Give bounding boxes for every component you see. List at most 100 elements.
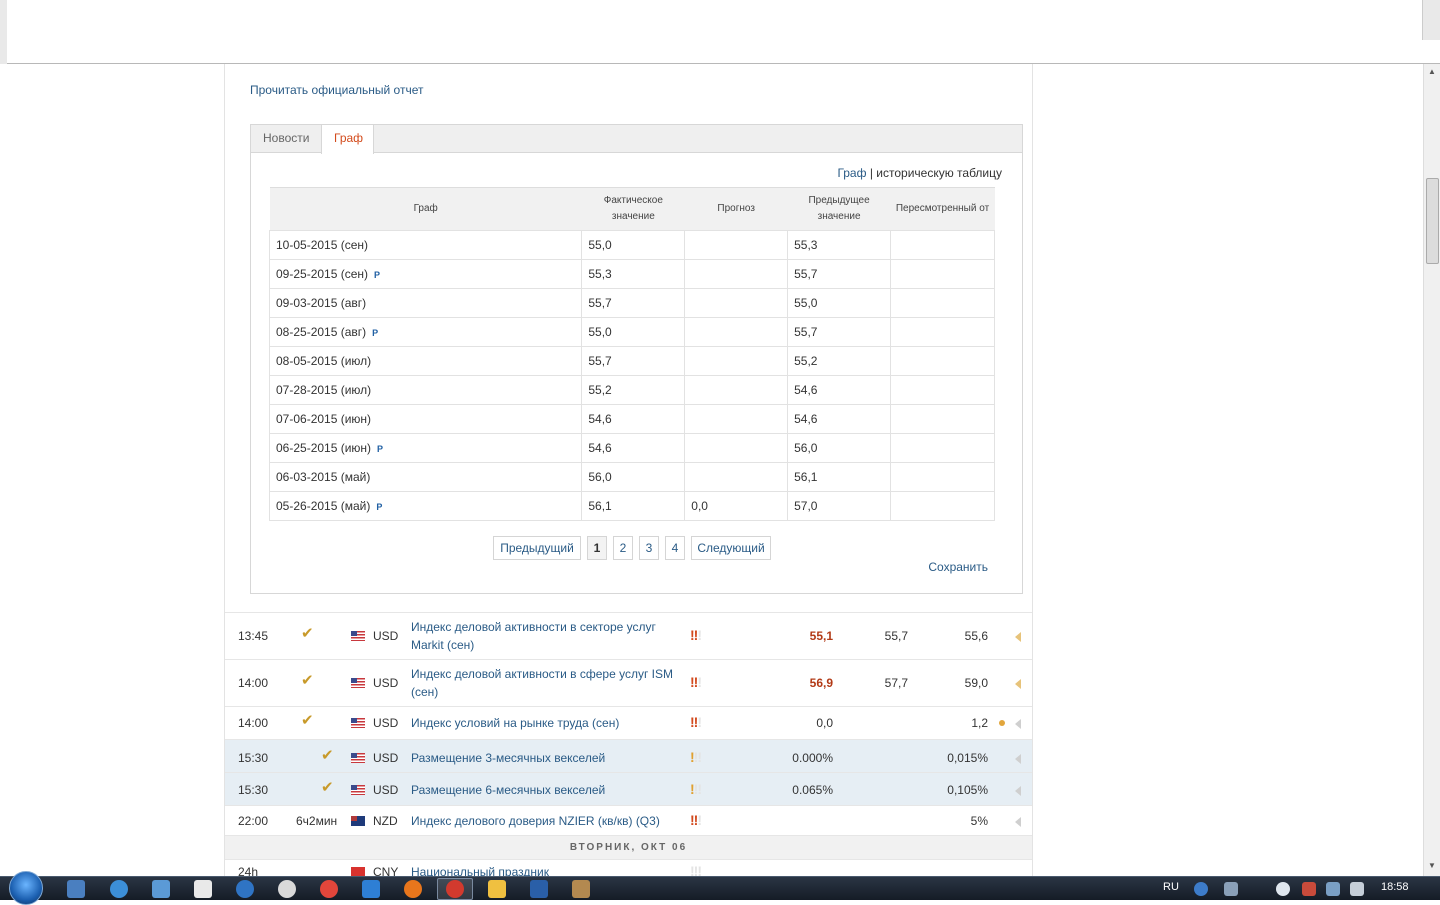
- network-icon[interactable]: [1326, 882, 1340, 896]
- app-icon-1[interactable]: [110, 880, 128, 898]
- pending-dot-icon: [999, 720, 1005, 726]
- col-revised[interactable]: Пересмотренный от: [890, 187, 995, 231]
- importance-bull-icon: !!!: [690, 714, 702, 730]
- save-link[interactable]: Сохранить: [928, 560, 988, 574]
- event-row[interactable]: 14:00 ✔ USD Индекс деловой активности в …: [225, 659, 1032, 706]
- next-page-button[interactable]: Следующий: [691, 536, 771, 560]
- event-previous: 0,105%: [947, 783, 988, 797]
- event-title-link[interactable]: Индекс условий на рынке труда (сен): [411, 714, 683, 732]
- history-date-text: 08-25-2015 (авг): [276, 325, 367, 339]
- mail-icon[interactable]: [488, 880, 506, 898]
- keyboard-icon[interactable]: [1224, 882, 1238, 896]
- view-switch: Граф | историческую таблицу: [837, 166, 1002, 180]
- event-row[interactable]: 15:30 ✔ USD Размещение 6-месячных вексел…: [225, 772, 1032, 805]
- page-3-button[interactable]: 3: [639, 536, 659, 560]
- event-row[interactable]: 22:00 6ч2мин NZD Индекс делового доверия…: [225, 805, 1032, 835]
- history-revised: [890, 404, 995, 434]
- col-previous[interactable]: Предыдущее значение: [787, 187, 891, 231]
- top-right-edge: [1422, 0, 1440, 40]
- help-icon[interactable]: [1194, 882, 1208, 896]
- event-forecast: 55,7: [884, 629, 908, 643]
- event-row[interactable]: 13:45 ✔ USD Индекс деловой активности в …: [225, 612, 1032, 659]
- history-row: 06-03-2015 (май) 56,0 56,1: [268, 462, 995, 492]
- event-title-link[interactable]: Индекс деловой активности в сфере услуг …: [411, 665, 683, 701]
- security-icon[interactable]: [1302, 882, 1316, 896]
- scroll-thumb[interactable]: [1426, 178, 1439, 264]
- chrome-icon[interactable]: [320, 880, 338, 898]
- expand-arrow-icon[interactable]: [1015, 786, 1021, 796]
- history-forecast: [684, 230, 789, 260]
- expand-arrow-icon[interactable]: [1015, 679, 1021, 689]
- page-2-button[interactable]: 2: [613, 536, 633, 560]
- event-row[interactable]: 15:30 ✔ USD Размещение 3-месячных вексел…: [225, 739, 1032, 772]
- history-date-text: 10-05-2015 (сен): [276, 238, 369, 252]
- ie-icon[interactable]: [362, 880, 380, 898]
- page-viewport: Прочитать официальный отчет Новости Граф…: [0, 64, 1423, 876]
- browser-top-area: [0, 0, 1440, 64]
- history-forecast: [684, 259, 789, 289]
- expand-arrow-icon[interactable]: [1015, 817, 1021, 827]
- scroll-down-icon[interactable]: ▼: [1427, 861, 1437, 870]
- page-4-button[interactable]: 4: [665, 536, 685, 560]
- volume-icon[interactable]: [1350, 882, 1364, 896]
- history-previous-text: 55,0: [794, 296, 818, 310]
- col-actual[interactable]: Фактическое значение: [581, 187, 685, 231]
- paint-icon[interactable]: [572, 880, 590, 898]
- official-report-link[interactable]: Прочитать официальный отчет: [250, 83, 424, 97]
- graph-view-link[interactable]: Граф: [837, 166, 866, 180]
- history-previous: 55,3: [787, 230, 891, 260]
- col-forecast[interactable]: Прогноз: [684, 187, 788, 231]
- show-desktop-icon[interactable]: [67, 880, 85, 898]
- tab-news[interactable]: Новости: [251, 125, 322, 154]
- word-icon[interactable]: [530, 880, 548, 898]
- history-date-text: 06-25-2015 (июн): [276, 441, 372, 455]
- history-actual-text: 55,2: [588, 383, 612, 397]
- firefox-icon[interactable]: [404, 880, 422, 898]
- event-currency: USD: [373, 716, 399, 730]
- history-actual: 56,1: [581, 491, 686, 521]
- ball-icon[interactable]: [278, 880, 296, 898]
- history-actual: 55,2: [581, 375, 686, 405]
- expand-arrow-icon[interactable]: [1015, 632, 1021, 642]
- history-actual-text: 56,1: [588, 499, 612, 513]
- event-title-link[interactable]: Индекс делового доверия NZIER (кв/кв) (Q…: [411, 812, 683, 830]
- language-indicator[interactable]: RU: [1163, 881, 1179, 893]
- event-row[interactable]: 14:00 ✔ USD Индекс условий на рынке труд…: [225, 706, 1032, 739]
- preliminary-mark: P: [372, 328, 379, 338]
- history-previous-text: 55,3: [794, 238, 818, 252]
- globe-icon[interactable]: [236, 880, 254, 898]
- event-title-link[interactable]: Размещение 6-месячных векселей: [411, 781, 683, 799]
- vertical-scrollbar[interactable]: ▲ ▼: [1423, 64, 1440, 876]
- history-previous: 55,7: [787, 317, 891, 347]
- event-time: 14:00: [238, 716, 269, 730]
- show-hidden-icons[interactable]: [1276, 882, 1290, 896]
- page-1-button[interactable]: 1: [587, 536, 607, 560]
- table-view-link[interactable]: историческую таблицу: [876, 166, 1002, 180]
- history-revised: [890, 346, 995, 376]
- history-forecast: [684, 375, 789, 405]
- col-graph[interactable]: Граф: [269, 187, 582, 231]
- history-actual-text: 55,3: [588, 267, 612, 281]
- event-row[interactable]: 24h CNY Национальный праздник !!!: [225, 859, 1032, 876]
- tab-graph[interactable]: Граф: [321, 124, 374, 154]
- yandex-icon[interactable]: [194, 880, 212, 898]
- history-previous: 55,7: [787, 259, 891, 289]
- app-icon-2[interactable]: [152, 880, 170, 898]
- history-previous-text: 56,1: [794, 470, 818, 484]
- expand-arrow-icon[interactable]: [1015, 719, 1021, 729]
- expand-arrow-icon[interactable]: [1015, 754, 1021, 764]
- history-previous-text: 55,7: [794, 267, 818, 281]
- history-date: 07-28-2015 (июл): [268, 375, 583, 405]
- event-time: 13:45: [238, 629, 269, 643]
- importance-bull-icon: !!!: [690, 812, 702, 828]
- event-title-link[interactable]: Национальный праздник: [411, 863, 683, 876]
- event-title-link[interactable]: Индекс деловой активности в секторе услу…: [411, 618, 683, 654]
- clock[interactable]: 18:58: [1381, 881, 1409, 893]
- scroll-up-icon[interactable]: ▲: [1427, 67, 1437, 76]
- nz-flag-icon: [351, 816, 365, 826]
- event-time: 22:00: [238, 814, 269, 828]
- prev-page-button[interactable]: Предыдущий: [493, 536, 581, 560]
- yandex-browser-icon[interactable]: [446, 880, 464, 898]
- history-previous-text: 55,2: [794, 354, 818, 368]
- event-title-link[interactable]: Размещение 3-месячных векселей: [411, 749, 683, 767]
